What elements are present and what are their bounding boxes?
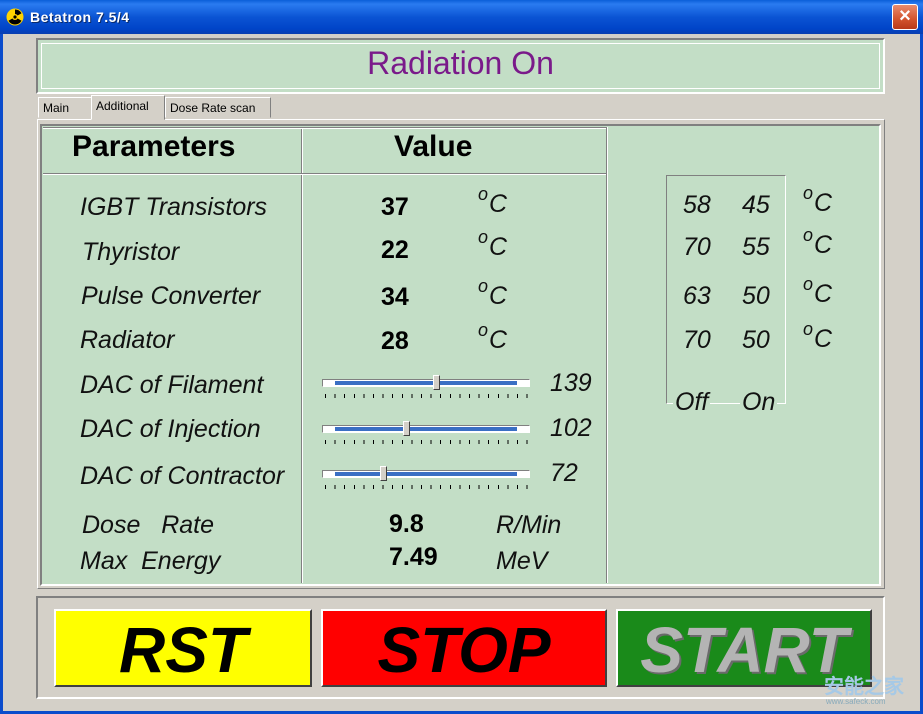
slider-thumb[interactable] bbox=[432, 375, 440, 390]
dose-rate-value: 9.8 bbox=[389, 510, 424, 538]
threshold-off-label: Off bbox=[673, 388, 711, 417]
column-divider bbox=[606, 127, 608, 583]
threshold-on-label: On bbox=[740, 388, 778, 417]
threshold-on-thyristor: 55 bbox=[742, 233, 770, 261]
window-title: Betatron 7.5/4 bbox=[30, 9, 130, 25]
threshold-on-pulse-converter: 50 bbox=[742, 282, 770, 310]
param-label-dac-injection: DAC of Injection bbox=[80, 415, 261, 443]
param-value-radiator: 28 bbox=[381, 327, 409, 355]
param-label-pulse-converter: Pulse Converter bbox=[81, 282, 261, 310]
threshold-off-pulse-converter: 63 bbox=[683, 282, 711, 310]
max-energy-unit: MeV bbox=[496, 547, 548, 575]
param-value-thyristor: 22 bbox=[381, 236, 409, 264]
dac-injection-value: 102 bbox=[550, 414, 592, 442]
unit-celsius: oC bbox=[478, 276, 508, 310]
rst-button[interactable]: RST bbox=[54, 609, 312, 687]
param-label-igbt: IGBT Transistors bbox=[80, 193, 268, 221]
threshold-off-thyristor: 70 bbox=[683, 233, 711, 261]
stop-button[interactable]: STOP bbox=[321, 609, 607, 687]
radiation-icon bbox=[6, 8, 24, 26]
tab-main[interactable]: Main bbox=[38, 97, 92, 118]
param-label-radiator: Radiator bbox=[80, 326, 175, 354]
header-value: Value bbox=[394, 130, 473, 163]
title-bar[interactable] bbox=[0, 0, 923, 34]
radiation-status: Radiation On bbox=[367, 45, 554, 81]
column-divider bbox=[301, 127, 303, 583]
param-label-dose-rate: Dose Rate bbox=[82, 511, 215, 539]
unit-celsius: oC bbox=[803, 183, 833, 217]
dac-injection-slider[interactable] bbox=[321, 421, 533, 447]
status-panel: Radiation On bbox=[36, 38, 885, 94]
slider-thumb[interactable] bbox=[379, 466, 387, 481]
unit-celsius: oC bbox=[478, 184, 508, 218]
header-divider bbox=[43, 173, 606, 175]
tab-additional[interactable]: Additional bbox=[91, 95, 165, 120]
dac-filament-slider[interactable] bbox=[321, 375, 533, 401]
threshold-on-radiator: 50 bbox=[742, 326, 770, 354]
header-top-line bbox=[43, 127, 606, 129]
param-label-max-energy: Max Energy bbox=[80, 547, 221, 575]
dac-contractor-slider[interactable] bbox=[321, 466, 533, 492]
threshold-off-igbt: 58 bbox=[683, 191, 711, 219]
slider-thumb[interactable] bbox=[403, 421, 411, 436]
param-value-igbt: 37 bbox=[381, 193, 409, 221]
dac-contractor-value: 72 bbox=[550, 459, 578, 487]
dose-rate-unit: R/Min bbox=[496, 511, 562, 539]
dac-filament-value: 139 bbox=[550, 369, 592, 397]
unit-celsius: oC bbox=[478, 320, 508, 354]
max-energy-value: 7.49 bbox=[389, 543, 438, 571]
param-label-dac-filament: DAC of Filament bbox=[80, 371, 264, 399]
close-button[interactable]: × bbox=[892, 4, 918, 30]
param-value-pulse-converter: 34 bbox=[381, 283, 409, 311]
param-label-dac-contractor: DAC of Contractor bbox=[80, 462, 285, 490]
watermark-url: www.safeck.com bbox=[826, 697, 886, 706]
tab-dose-rate-scan[interactable]: Dose Rate scan bbox=[165, 97, 271, 118]
threshold-off-radiator: 70 bbox=[683, 326, 711, 354]
watermark-logo: 安能之家 bbox=[824, 676, 904, 698]
unit-celsius: oC bbox=[803, 225, 833, 259]
param-label-thyristor: Thyristor bbox=[82, 238, 180, 266]
unit-celsius: oC bbox=[803, 274, 833, 308]
unit-celsius: oC bbox=[478, 227, 508, 261]
threshold-on-igbt: 45 bbox=[742, 191, 770, 219]
header-parameters: Parameters bbox=[72, 130, 236, 163]
unit-celsius: oC bbox=[803, 319, 833, 353]
